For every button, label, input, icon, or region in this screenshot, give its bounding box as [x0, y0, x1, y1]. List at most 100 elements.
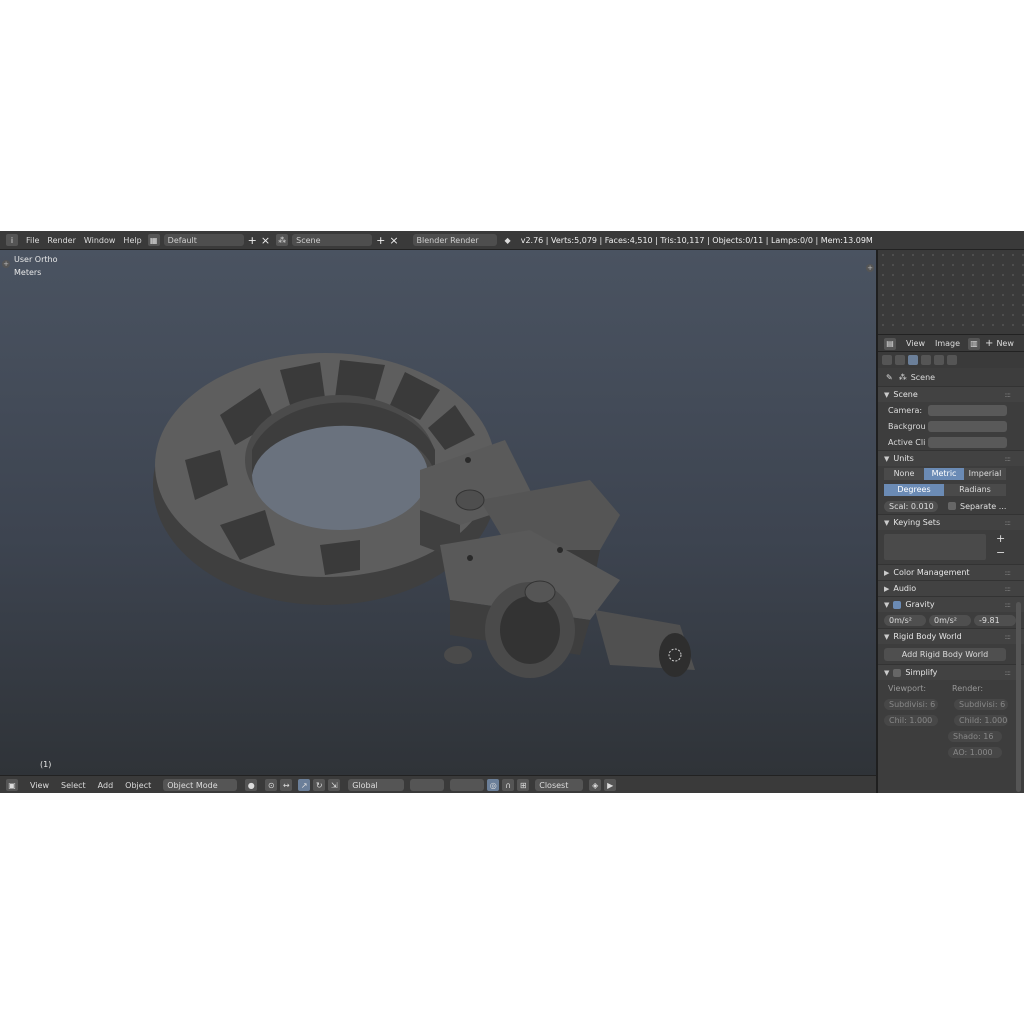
manipulator-icon[interactable]: ↔ — [280, 779, 293, 791]
editor-type-icon[interactable]: i — [6, 234, 18, 246]
keying-sets-list[interactable] — [884, 534, 986, 560]
scene-tab-icon[interactable] — [908, 355, 918, 365]
menu-render[interactable]: Render — [47, 236, 75, 245]
unit-imperial-button[interactable]: Imperial — [964, 468, 1006, 480]
transform-orientation-select[interactable]: Global — [348, 779, 405, 791]
camera-label: Camera: — [888, 405, 923, 415]
menu-select[interactable]: Select — [61, 781, 86, 790]
modifiers-tab-icon[interactable] — [947, 355, 957, 365]
menu-object[interactable]: Object — [125, 781, 151, 790]
add-keying-set-icon[interactable]: + — [996, 532, 1005, 545]
active-clip-field[interactable] — [928, 436, 1007, 448]
snap-element-icon[interactable]: ⊞ — [517, 779, 530, 791]
add-layout-button[interactable]: + — [248, 234, 257, 247]
audio-panel-header[interactable]: ▶ Audio :::: — [878, 580, 1024, 596]
editor-type-icon-image[interactable]: ▤ — [884, 337, 896, 350]
radians-button[interactable]: Radians — [944, 484, 1006, 496]
add-rigid-body-world-button[interactable]: Add Rigid Body World — [884, 647, 1006, 661]
rigid-body-title: Rigid Body World — [893, 632, 962, 641]
layers-group-2[interactable] — [450, 779, 485, 791]
ao-field[interactable]: AO: 1.000 — [948, 746, 1002, 758]
gravity-checkbox[interactable] — [893, 600, 902, 609]
child-viewport-field[interactable]: Chil: 1.000 — [884, 714, 938, 726]
new-image-plus-icon[interactable]: + — [985, 338, 993, 349]
simplify-checkbox[interactable] — [893, 668, 902, 677]
properties-toggle-icon[interactable]: + — [866, 264, 874, 272]
background-field[interactable] — [928, 420, 1007, 432]
add-scene-button[interactable]: + — [376, 234, 385, 247]
menu-image[interactable]: Image — [935, 339, 960, 348]
panel-grip-icon[interactable]: :::: — [1005, 569, 1012, 577]
mode-select[interactable]: Object Mode — [163, 779, 238, 791]
close-layout-button[interactable]: × — [261, 234, 270, 247]
image-browse-icon[interactable]: ▥ — [968, 337, 981, 350]
3d-viewport[interactable]: User Ortho Meters + + (1) — [0, 250, 876, 775]
degrees-button[interactable]: Degrees — [884, 484, 944, 496]
panel-grip-icon[interactable]: :::: — [1005, 585, 1012, 593]
separate-units-checkbox[interactable] — [948, 502, 956, 510]
pin-icon[interactable]: ✎ — [886, 373, 893, 382]
camera-field[interactable] — [928, 404, 1007, 416]
remove-keying-set-icon[interactable]: − — [996, 546, 1005, 559]
scene-field[interactable]: Scene — [292, 234, 373, 246]
gravity-x-field[interactable]: 0m/s² — [884, 614, 926, 626]
rotate-icon[interactable]: ↻ — [313, 779, 326, 791]
properties-scrollbar[interactable] — [1016, 602, 1021, 792]
render-tab-icon[interactable] — [882, 355, 892, 365]
gravity-panel-header[interactable]: ▼ Gravity :::: — [878, 596, 1024, 612]
panel-grip-icon[interactable]: :::: — [1005, 669, 1012, 677]
layout-field[interactable]: Default — [163, 234, 244, 246]
gravity-z-field[interactable]: -9.81 — [974, 614, 1016, 626]
tool-shelf-toggle-icon[interactable]: + — [2, 260, 10, 268]
unit-scale-field[interactable]: Scal: 0.010 — [884, 500, 938, 512]
units-panel-header[interactable]: ▼ Units :::: — [878, 450, 1024, 466]
snap-magnet-icon[interactable]: ∩ — [502, 779, 515, 791]
panel-grip-icon[interactable]: :::: — [1005, 601, 1012, 609]
unit-metric-button[interactable]: Metric — [924, 468, 964, 480]
rotation-units-row: Degrees Radians — [878, 482, 1024, 498]
scale-icon[interactable]: ⇲ — [328, 779, 341, 791]
unit-none-button[interactable]: None — [884, 468, 924, 480]
viewport-shading-icon[interactable]: ● — [245, 779, 258, 791]
image-editor-canvas[interactable] — [878, 250, 1024, 334]
world-tab-icon[interactable] — [921, 355, 931, 365]
mechanical-clamp-model[interactable] — [150, 310, 710, 730]
panel-grip-icon[interactable]: :::: — [1005, 519, 1012, 527]
panel-grip-icon[interactable]: :::: — [1005, 391, 1012, 399]
menu-view[interactable]: View — [30, 781, 49, 790]
close-scene-button[interactable]: × — [389, 234, 398, 247]
editor-type-icon-3d[interactable]: ▣ — [6, 779, 18, 791]
menu-window[interactable]: Window — [84, 236, 116, 245]
rigid-body-panel-header[interactable]: ▼ Rigid Body World :::: — [878, 628, 1024, 644]
panel-grip-icon[interactable]: :::: — [1005, 633, 1012, 641]
object-tab-icon[interactable] — [934, 355, 944, 365]
panel-grip-icon[interactable]: :::: — [1005, 455, 1012, 463]
pivot-point-icon[interactable]: ⊙ — [265, 779, 278, 791]
opengl-render-icon[interactable]: ▶ — [604, 779, 617, 791]
layers-group-1[interactable] — [410, 779, 445, 791]
screen-layout-icon[interactable]: ▦ — [147, 234, 160, 246]
simplify-panel-header[interactable]: ▼ Simplify :::: — [878, 664, 1024, 680]
render-engine-select[interactable]: Blender Render — [412, 234, 497, 246]
unit-system-row: None Metric Imperial — [878, 466, 1024, 482]
child-render-field[interactable]: Child: 1.000 — [954, 714, 1008, 726]
subdiv-render-field[interactable]: Subdivisi: 6 — [954, 698, 1008, 710]
menu-help[interactable]: Help — [123, 236, 141, 245]
properties-tabs — [878, 352, 1024, 368]
proportional-edit-icon[interactable]: ◎ — [487, 779, 500, 791]
shadow-samples-field[interactable]: Shado: 16 — [948, 730, 1002, 742]
snap-target-select[interactable]: Closest — [535, 779, 584, 791]
scene-panel-header[interactable]: ▼ Scene :::: — [878, 386, 1024, 402]
render-layers-tab-icon[interactable] — [895, 355, 905, 365]
translate-icon[interactable]: ↗ — [298, 779, 311, 791]
render-preview-icon[interactable]: ◈ — [589, 779, 602, 791]
color-management-panel-header[interactable]: ▶ Color Management :::: — [878, 564, 1024, 580]
gravity-y-field[interactable]: 0m/s² — [929, 614, 971, 626]
new-image-button[interactable]: New — [996, 339, 1013, 348]
menu-add[interactable]: Add — [98, 781, 114, 790]
menu-uv-view[interactable]: View — [906, 339, 925, 348]
menu-file[interactable]: File — [26, 236, 39, 245]
scene-icon[interactable]: ⁂ — [276, 234, 289, 246]
subdiv-viewport-field[interactable]: Subdivisi: 6 — [884, 698, 938, 710]
keying-sets-panel-header[interactable]: ▼ Keying Sets :::: — [878, 514, 1024, 530]
